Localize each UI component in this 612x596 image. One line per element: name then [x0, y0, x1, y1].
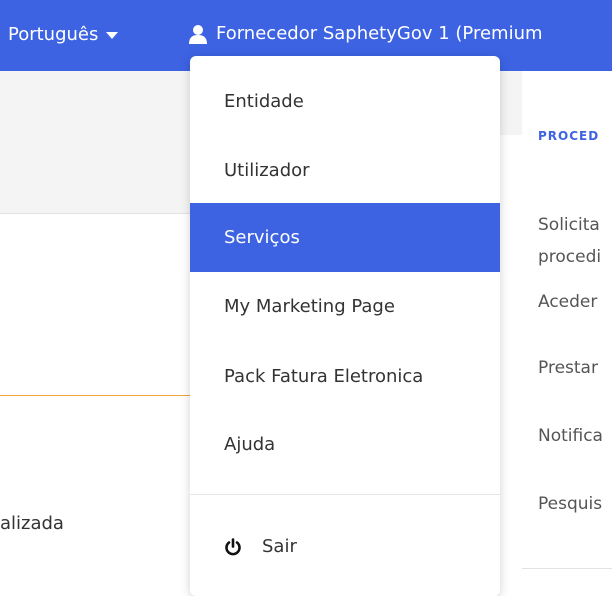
status-text: alizada	[0, 513, 64, 534]
section-divider	[0, 395, 190, 396]
menu-divider	[190, 494, 500, 495]
menu-item-sair[interactable]: Sair	[190, 512, 500, 581]
procedure-link-notificacoes[interactable]: Notifica	[538, 426, 603, 446]
language-label: Português	[8, 24, 99, 45]
procedure-link-solicitar[interactable]: Solicita	[538, 215, 600, 235]
caret-down-icon	[106, 32, 119, 39]
procedure-link-solicitar-line2[interactable]: procedi	[538, 247, 601, 267]
procedures-panel: PROCED Solicita procedi Aceder Prestar N…	[522, 71, 612, 581]
menu-item-servicos[interactable]: Serviços	[190, 203, 500, 272]
menu-item-entidade[interactable]: Entidade	[190, 67, 500, 136]
menu-item-utilizador[interactable]: Utilizador	[190, 136, 500, 205]
language-selector[interactable]: Português	[8, 24, 119, 45]
procedure-link-prestar[interactable]: Prestar	[538, 358, 598, 378]
menu-item-pack-fatura-eletronica[interactable]: Pack Fatura Eletronica	[190, 342, 500, 411]
user-dropdown-menu: Entidade Utilizador Serviços My Marketin…	[190, 56, 500, 596]
user-name: Fornecedor SaphetyGov 1 (Premium	[216, 23, 543, 44]
user-menu-toggle[interactable]: Fornecedor SaphetyGov 1 (Premium	[188, 23, 543, 44]
logout-label: Sair	[262, 536, 297, 557]
content-header-panel	[0, 135, 190, 214]
procedures-divider	[522, 568, 612, 569]
menu-item-ajuda[interactable]: Ajuda	[190, 410, 500, 479]
procedure-link-pesquisar[interactable]: Pesquis	[538, 494, 602, 514]
user-icon	[189, 24, 207, 44]
menu-item-my-marketing-page[interactable]: My Marketing Page	[190, 272, 500, 341]
procedure-link-aceder[interactable]: Aceder	[538, 292, 597, 312]
power-icon	[225, 537, 241, 555]
procedures-title: PROCED	[538, 129, 600, 143]
